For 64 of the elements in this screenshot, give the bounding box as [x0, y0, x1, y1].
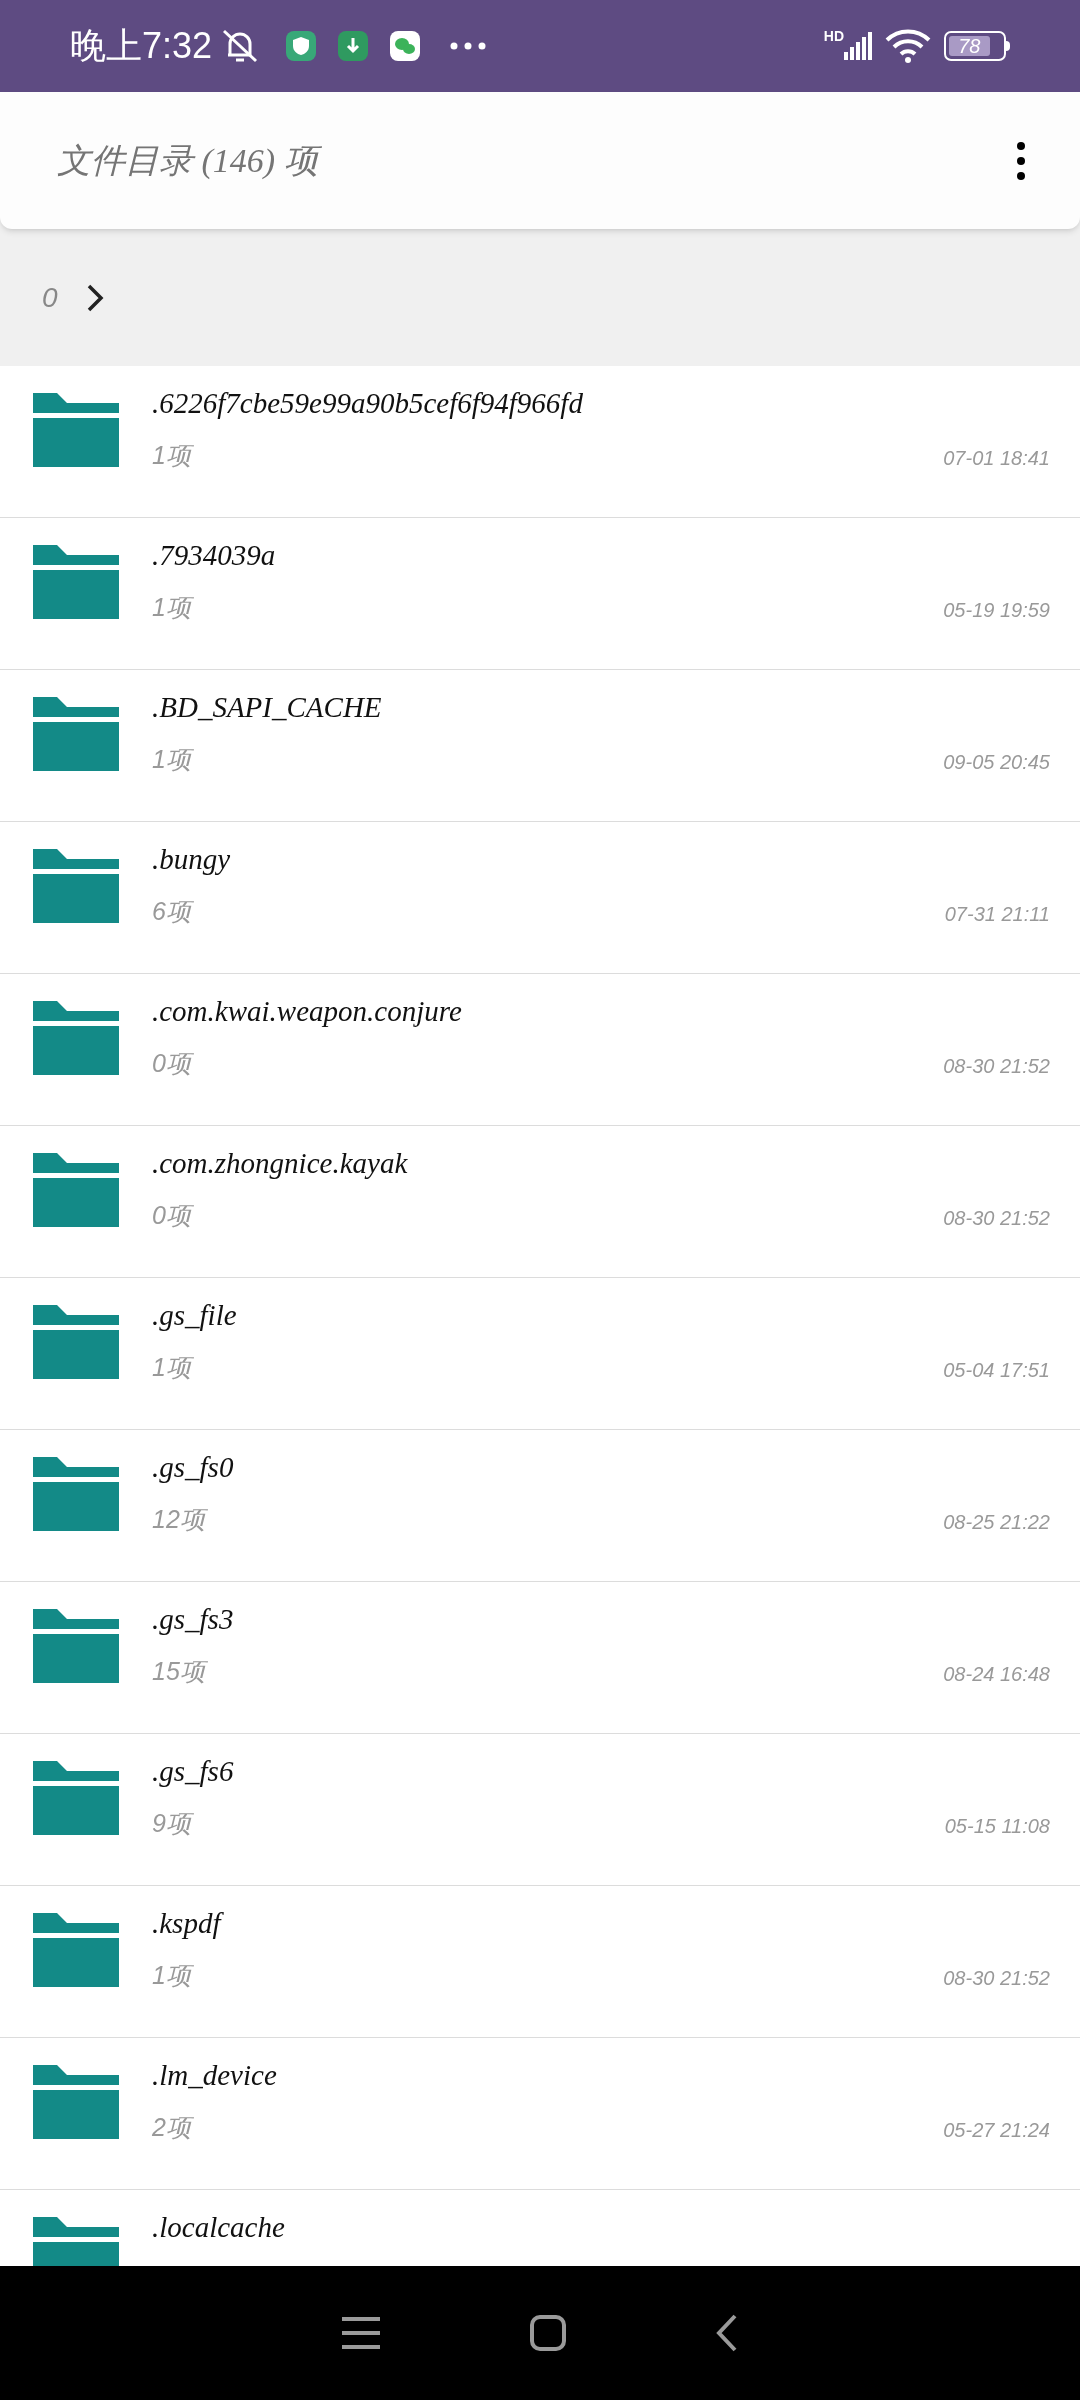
- folder-name: .BD_SAPI_CACHE: [152, 690, 383, 725]
- wifi-icon: [884, 28, 932, 64]
- folder-row[interactable]: .6226f7cbe59e99a90b5cef6f94f966fd 1项 07-01 18:41: [0, 366, 1080, 518]
- folder-icon: [33, 1609, 119, 1683]
- modified-time: 08-25 21:22: [943, 1509, 1050, 1535]
- folder-row[interactable]: .kspdf 1项 08-30 21:52: [0, 1886, 1080, 2038]
- folder-row[interactable]: .bungy 6项 07-31 21:11: [0, 822, 1080, 974]
- folder-name: .gs_fs6: [152, 1754, 235, 1789]
- folder-icon: [33, 1761, 119, 1835]
- folder-row[interactable]: .com.zhongnice.kayak 0项 08-30 21:52: [0, 1126, 1080, 1278]
- download-app-icon: [338, 31, 369, 61]
- folder-row[interactable]: .com.kwai.weapon.conjure 0项 08-30 21:52: [0, 974, 1080, 1126]
- shield-app-icon: [286, 31, 317, 61]
- folder-name: .6226f7cbe59e99a90b5cef6f94f966fd: [152, 386, 584, 421]
- folder-row[interactable]: .gs_fs6 9项 05-15 11:08: [0, 1734, 1080, 1886]
- folder-row[interactable]: .lm_device 2项 05-27 21:24: [0, 2038, 1080, 2190]
- signal-icon: [844, 32, 872, 60]
- modified-time: 05-27 21:24: [943, 2117, 1050, 2143]
- folder-name: .kspdf: [152, 1905, 1050, 1941]
- folder-icon: [33, 1457, 119, 1531]
- folder-row[interactable]: .BD_SAPI_CACHE 1项 09-05 20:45: [0, 670, 1080, 822]
- modified-time: 08-30 21:52: [943, 1965, 1050, 1991]
- overflow-menu-icon: [1016, 140, 1026, 181]
- folder-name: .localcache: [152, 2210, 286, 2245]
- modified-time: 05-15 11:08: [944, 1813, 1050, 1839]
- chevron-right-icon: [85, 282, 104, 313]
- modified-time: 07-31 21:11: [944, 901, 1050, 927]
- modified-time: 05-19 19:59: [943, 597, 1050, 623]
- folder-icon: [33, 2065, 119, 2139]
- modified-time: 08-30 21:52: [943, 1205, 1050, 1231]
- folder-name: .gs_fs3: [152, 1602, 235, 1637]
- modified-time: 08-30 21:52: [943, 1053, 1050, 1079]
- modified-time: 07-01 18:41: [943, 445, 1050, 471]
- folder-name: .com.zhongnice.kayak: [152, 1146, 409, 1181]
- folder-icon: [33, 849, 119, 923]
- folder-icon: [33, 1001, 119, 1075]
- folder-icon: [33, 1153, 119, 1227]
- menu-icon[interactable]: [342, 2316, 380, 2350]
- network-label: HD: [823, 27, 844, 46]
- title: 文件目录 (146) 项: [57, 135, 1006, 186]
- home-icon[interactable]: [530, 2315, 566, 2351]
- battery-level: 78: [958, 36, 981, 56]
- folder-name: .gs_fs0: [152, 1450, 235, 1485]
- folder-icon: [33, 1305, 119, 1379]
- folder-name: .bungy: [152, 842, 232, 877]
- folder-name: .gs_file: [152, 1298, 238, 1333]
- modified-time: 09-05 20:45: [943, 749, 1050, 775]
- modified-time: 08-24 16:48: [943, 1661, 1050, 1687]
- folder-icon: [33, 545, 119, 619]
- folder-name: .lm_device: [152, 2058, 278, 2093]
- folder-name: .com.kwai.weapon.conjure: [152, 994, 463, 1029]
- folder-row[interactable]: .7934039a 1项 05-19 19:59: [0, 518, 1080, 670]
- more-dots-icon: [450, 42, 487, 50]
- folder-icon: [33, 1913, 119, 1987]
- folder-name: .7934039a: [152, 538, 277, 573]
- folder-icon: [33, 393, 119, 467]
- modified-time: 05-04 17:51: [943, 1357, 1050, 1383]
- folder-row[interactable]: .gs_file 1项 05-04 17:51: [0, 1278, 1080, 1430]
- folder-row[interactable]: .gs_fs3 15项 08-24 16:48: [0, 1582, 1080, 1734]
- folder-icon: [33, 697, 119, 771]
- folder-row[interactable]: .gs_fs0 12项 08-25 21:22: [0, 1430, 1080, 1582]
- back-icon[interactable]: [716, 2314, 738, 2352]
- chat-app-icon: [390, 31, 421, 61]
- clock: 晚上7:32: [70, 24, 213, 68]
